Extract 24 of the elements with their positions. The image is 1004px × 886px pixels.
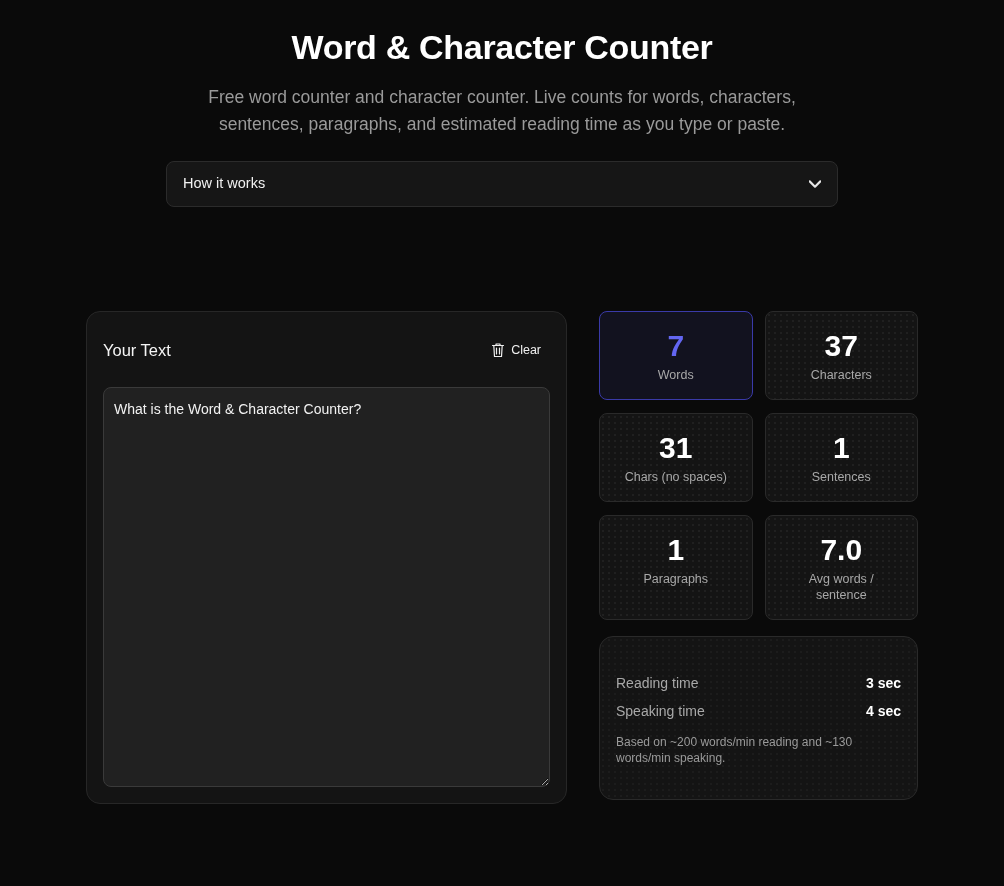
page-subtitle: Free word counter and character counter. Live counts for words, characters, sentences, paragraphs, and estimated reading time as you type or paste.: [207, 86, 797, 136]
timing-value: 3 sec: [865, 673, 901, 693]
timing-label: Speaking time: [616, 701, 705, 721]
editor-title: Your Text: [103, 339, 171, 361]
stat-value: 7.0: [819, 532, 864, 568]
page-title: Word & Character Counter: [290, 27, 714, 68]
stat-label: Chars (no spaces): [623, 469, 728, 485]
stat-label: Sentences: [810, 469, 872, 485]
stat-value: 1: [831, 430, 851, 466]
timing-value: 4 sec: [865, 701, 901, 721]
stat-value: 7: [666, 328, 686, 364]
stat-label: Avg words / sentence: [807, 571, 875, 603]
stat-label: Paragraphs: [642, 571, 710, 587]
trash-icon: [491, 343, 506, 357]
stat-label: Words: [656, 367, 695, 383]
timing-note: Based on ~200 words/min reading and ~130 words/min speaking.: [616, 734, 854, 766]
stat-value: 31: [658, 430, 694, 466]
accordion-toggle[interactable]: How it works: [166, 161, 838, 207]
clear-button[interactable]: Clear: [481, 334, 551, 366]
stat-value: 37: [823, 328, 859, 364]
timing-label: Reading time: [616, 673, 699, 693]
stat-value: 1: [666, 532, 686, 568]
stat-label: Characters: [809, 367, 873, 383]
text-input-area[interactable]: What is the Word & Character Counter?: [103, 387, 550, 787]
